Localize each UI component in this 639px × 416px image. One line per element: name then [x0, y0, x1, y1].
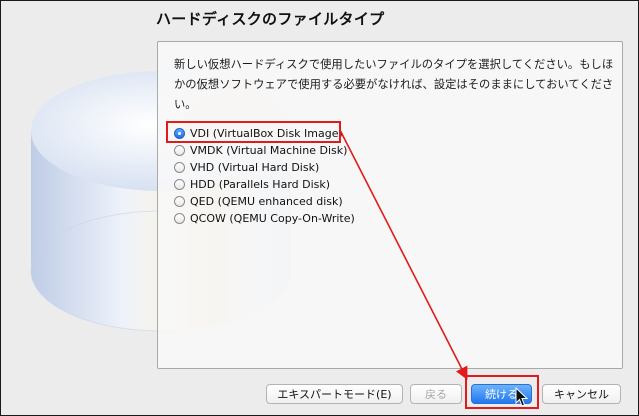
- radio-option-hdd[interactable]: HDD (Parallels Hard Disk): [174, 176, 355, 193]
- mouse-pointer-icon: [515, 387, 529, 407]
- radio-label-qcow: QCOW (QEMU Copy-On-Write): [190, 212, 355, 225]
- radio-label-vmdk: VMDK (Virtual Machine Disk): [190, 144, 348, 157]
- radio-option-vhd[interactable]: VHD (Virtual Hard Disk): [174, 159, 355, 176]
- radio-label-qed: QED (QEMU enhanced disk): [190, 195, 343, 208]
- radio-label-hdd: HDD (Parallels Hard Disk): [190, 178, 331, 191]
- radio-unselected-icon[interactable]: [174, 196, 185, 207]
- back-button[interactable]: 戻る: [410, 384, 462, 404]
- radio-option-vmdk[interactable]: VMDK (Virtual Machine Disk): [174, 142, 355, 159]
- radio-option-qcow[interactable]: QCOW (QEMU Copy-On-Write): [174, 210, 355, 227]
- radio-unselected-icon[interactable]: [174, 145, 185, 156]
- highlight-box-vdi: [166, 121, 341, 143]
- dialog-title: ハードディスクのファイルタイプ: [156, 10, 385, 28]
- cancel-button[interactable]: キャンセル: [542, 384, 621, 404]
- radio-unselected-icon[interactable]: [174, 179, 185, 190]
- expert-mode-button[interactable]: エキスパートモード(E): [266, 384, 403, 404]
- radio-unselected-icon[interactable]: [174, 213, 185, 224]
- instruction-text: 新しい仮想ハードディスクで使用したいファイルのタイプを選択してください。もしほか…: [174, 58, 614, 111]
- radio-option-qed[interactable]: QED (QEMU enhanced disk): [174, 193, 355, 210]
- radio-unselected-icon[interactable]: [174, 162, 185, 173]
- dialog-window: ハードディスクのファイルタイプ 新しい仮想ハードディスクで使用したいファイルのタ…: [0, 0, 639, 416]
- radio-label-vhd: VHD (Virtual Hard Disk): [190, 161, 320, 174]
